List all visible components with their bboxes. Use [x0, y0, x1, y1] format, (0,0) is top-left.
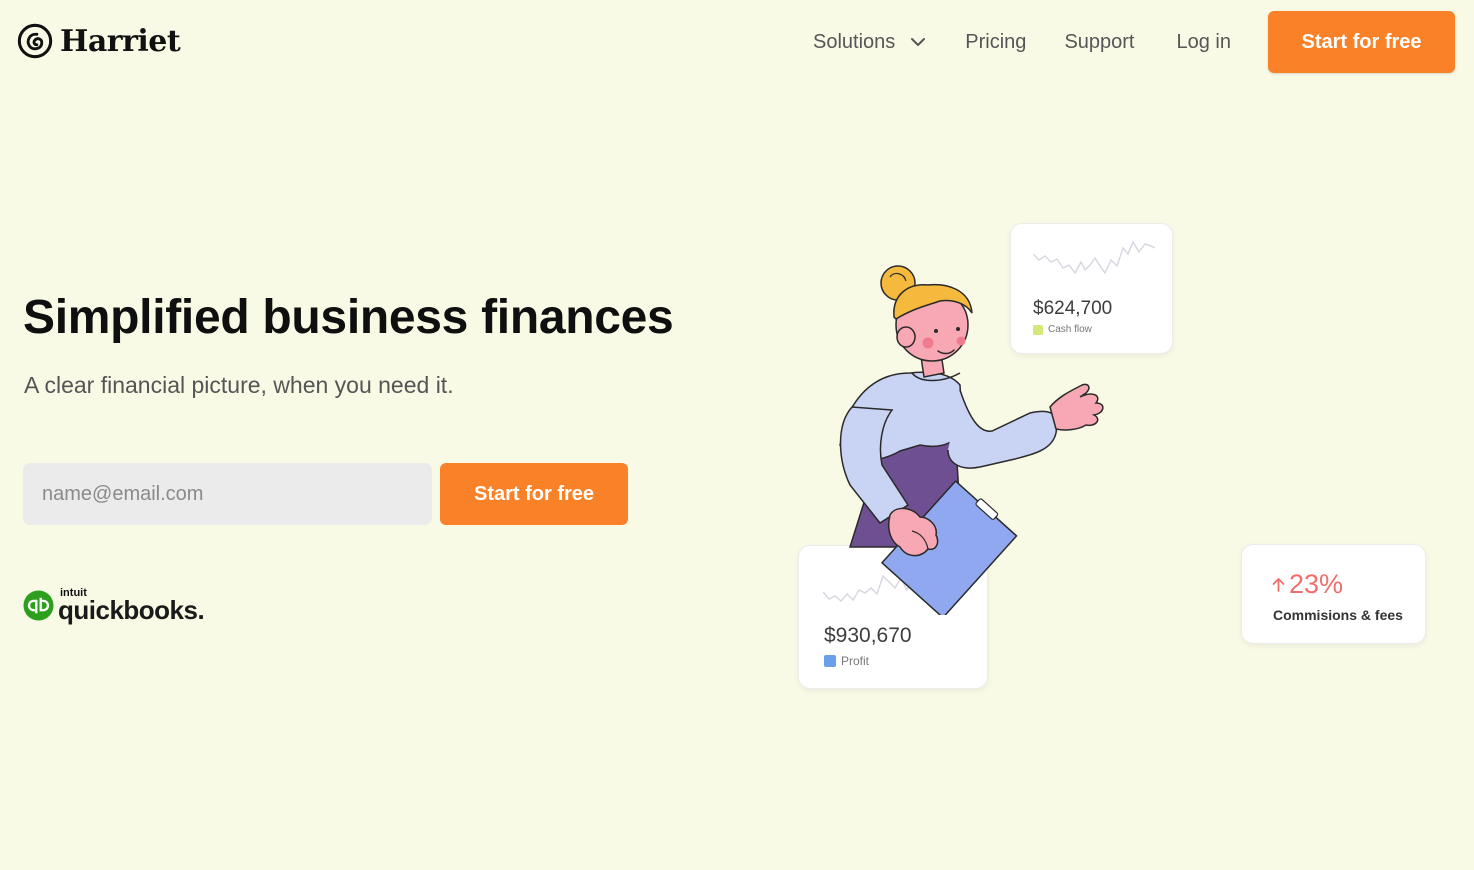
commissions-value: 23% — [1289, 569, 1344, 599]
brand-name: Harriet — [60, 23, 181, 59]
harriet-logo-icon — [17, 23, 53, 59]
hero-start-free-button[interactable]: Start for free — [440, 463, 628, 525]
quickbooks-wordmark: intuit quickbooks. — [58, 588, 205, 625]
top-nav: Solutions Pricing Support Log in Start f… — [813, 11, 1455, 73]
hero-subtitle: A clear financial picture, when you need… — [24, 372, 454, 398]
commissions-trend: 23% — [1272, 569, 1343, 600]
arrow-up-icon — [1272, 578, 1285, 592]
quickbooks-icon — [23, 590, 54, 621]
header-start-free-button[interactable]: Start for free — [1268, 11, 1455, 73]
profit-value: $930,670 — [824, 624, 912, 647]
profit-swatch — [824, 655, 836, 667]
email-field[interactable] — [23, 463, 432, 525]
woman-with-clipboard-illustration — [839, 265, 1104, 615]
quickbooks-logo: intuit quickbooks. — [23, 588, 205, 625]
quickbooks-name-text: quickbooks. — [58, 595, 205, 625]
nav-support[interactable]: Support — [1064, 31, 1134, 54]
hero-title: Simplified business finances — [23, 291, 674, 344]
signup-form: Start for free — [23, 463, 628, 525]
commissions-card: 23% Commisions & fees — [1241, 544, 1426, 644]
brand-logo[interactable]: Harriet — [16, 22, 181, 60]
nav-solutions-label: Solutions — [813, 30, 896, 53]
nav-pricing[interactable]: Pricing — [965, 31, 1026, 54]
profit-legend: Profit — [824, 654, 869, 668]
profit-label: Profit — [841, 654, 870, 668]
landing-page: Harriet Solutions Pricing Support Log in… — [0, 0, 1474, 870]
chevron-down-icon — [911, 38, 926, 46]
nav-solutions[interactable]: Solutions — [813, 31, 927, 54]
nav-login[interactable]: Log in — [1177, 31, 1232, 54]
commissions-label: Commisions & fees — [1273, 607, 1403, 623]
